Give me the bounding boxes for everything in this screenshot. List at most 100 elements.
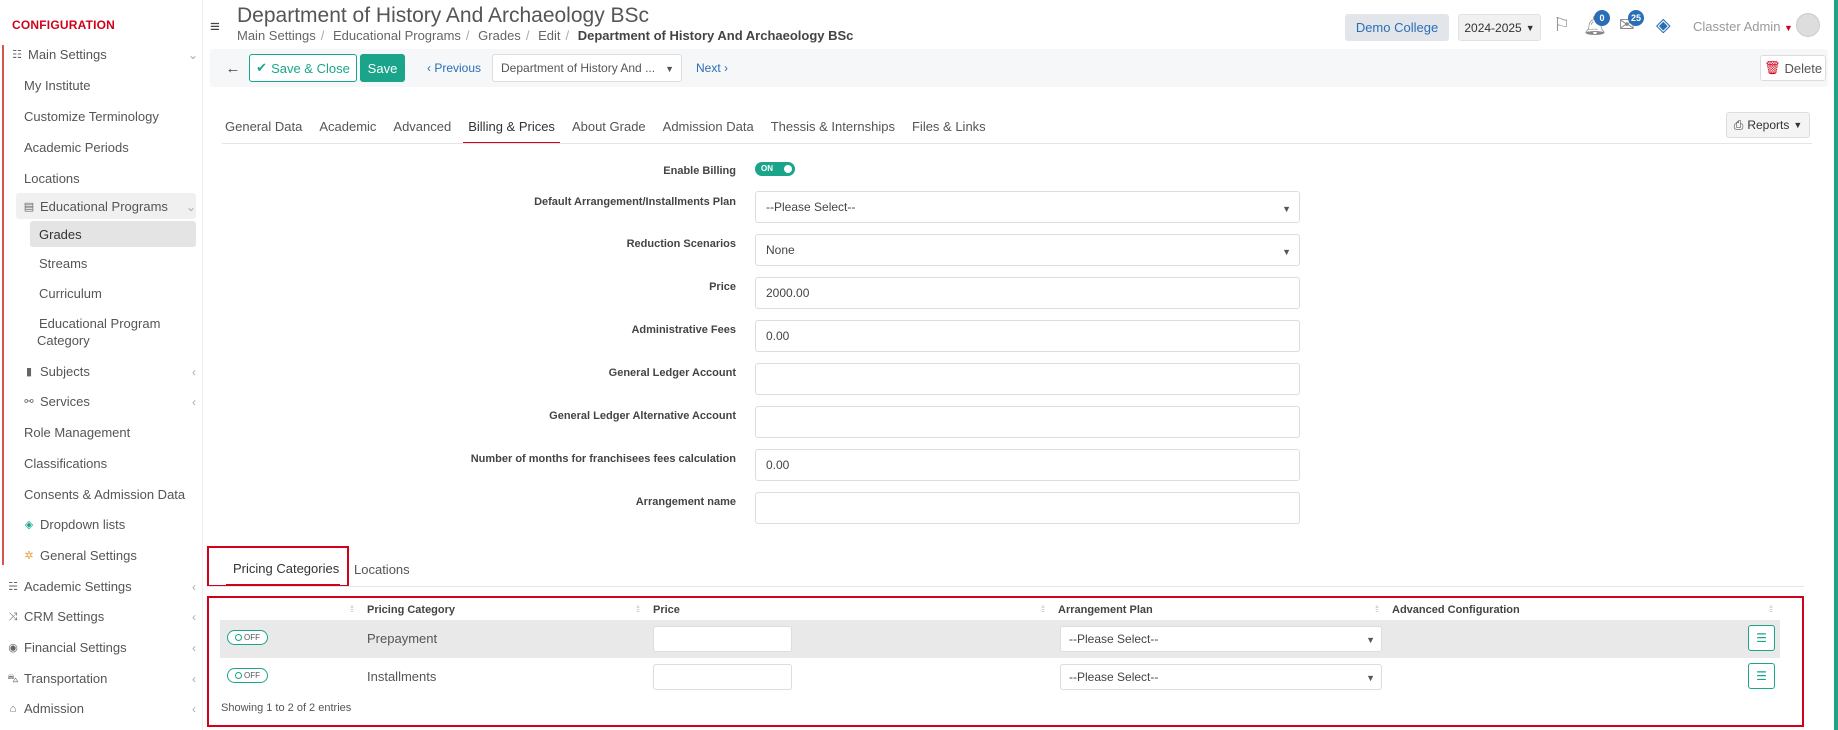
tab-billing-prices[interactable]: Billing & Prices	[463, 119, 560, 144]
sidebar-item-role-management[interactable]: Role Management	[24, 425, 130, 440]
avatar[interactable]	[1796, 13, 1820, 37]
column-grip-icon[interactable]: ⁞⁞	[1041, 604, 1045, 614]
previous-link[interactable]: ‹ Previous	[427, 61, 481, 75]
sidebar-item-services[interactable]: ⚯ Services ‹	[22, 394, 196, 409]
save-button[interactable]: Save	[360, 54, 405, 82]
next-link[interactable]: Next ›	[696, 61, 728, 75]
gl-account-input[interactable]	[755, 363, 1300, 395]
user-menu[interactable]: Classter Admin ▼	[1693, 19, 1793, 34]
admin-fees-label: Administrative Fees	[631, 324, 736, 336]
flag-icon[interactable]: ⚐	[1553, 14, 1570, 37]
tab-academic[interactable]: Academic	[319, 119, 376, 144]
sidebar-item-financial-settings[interactable]: ◉ Financial Settings ‹	[6, 640, 196, 655]
tab-general-data[interactable]: General Data	[225, 119, 302, 144]
breadcrumb-item[interactable]: Grades	[478, 28, 521, 43]
sidebar-item-subjects[interactable]: ▮ Subjects ‹	[22, 364, 196, 379]
sidebar-item-consents[interactable]: Consents & Admission Data	[24, 487, 185, 502]
enable-billing-toggle[interactable]: ON	[755, 162, 795, 176]
breadcrumb-item[interactable]: Edit	[538, 28, 560, 43]
chevron-down-icon: ⌄	[185, 199, 196, 214]
table-cell-category: Installments	[367, 669, 437, 684]
tab-about-grade[interactable]: About Grade	[572, 119, 646, 144]
sidebar-item-label: Academic Settings	[24, 579, 132, 594]
sidebar-item-curriculum[interactable]: Curriculum	[39, 286, 102, 301]
sidebar-item-locations[interactable]: Locations	[24, 171, 80, 186]
tab-admission-data[interactable]: Admission Data	[663, 119, 754, 144]
sidebar-item-classifications[interactable]: Classifications	[24, 456, 107, 471]
sidebar-item-main-settings[interactable]: ☷ Main Settings ⌄	[10, 47, 198, 62]
sidebar-item-crm-settings[interactable]: ⤨ CRM Settings ‹	[6, 609, 196, 624]
column-grip-icon[interactable]: ⁞⁞	[1769, 604, 1773, 614]
column-header-plan[interactable]: Arrangement Plan	[1058, 604, 1153, 616]
save-close-label: Save & Close	[271, 60, 350, 76]
tab-thesis-internships[interactable]: Thessis & Internships	[771, 119, 895, 144]
layers-add-icon[interactable]: ◈	[1656, 14, 1671, 37]
sidebar-item-general-settings[interactable]: ✲ General Settings	[22, 548, 136, 563]
price-input[interactable]: 2000.00	[755, 277, 1300, 309]
breadcrumb-item[interactable]: Educational Programs	[333, 28, 461, 43]
column-header-category[interactable]: Pricing Category	[367, 604, 455, 616]
reduction-scenarios-label: Reduction Scenarios	[626, 238, 736, 250]
advanced-config-button[interactable]: ☰	[1748, 663, 1775, 689]
sidebar-item-academic-settings[interactable]: ☵ Academic Settings ‹	[6, 579, 196, 594]
table-info: Showing 1 to 2 of 2 entries	[221, 702, 352, 714]
column-header-advanced[interactable]: Advanced Configuration	[1392, 604, 1520, 616]
sidebar-item-admission[interactable]: ⌂ Admission ‹	[6, 701, 196, 716]
scrollbar-accent	[1834, 0, 1838, 730]
save-close-button[interactable]: ✔ Save & Close	[249, 54, 357, 82]
back-arrow-icon[interactable]: ←	[222, 57, 244, 79]
subtab-pricing-categories[interactable]: Pricing Categories	[233, 561, 339, 576]
sidebar-item-educational-program-category[interactable]: Educational Program	[39, 316, 160, 331]
sidebar-item-grades[interactable]: Grades	[39, 227, 82, 242]
college-button[interactable]: Demo College	[1345, 14, 1449, 41]
user-name: Classter Admin	[1693, 19, 1781, 34]
delete-label: Delete	[1784, 60, 1823, 76]
sidebar-item-transportation[interactable]: ⛍ Transportation ‹	[6, 671, 196, 686]
row-toggle[interactable]: OFF	[227, 668, 268, 683]
sidebar-item-customize-terminology[interactable]: Customize Terminology	[24, 109, 159, 124]
record-select[interactable]: Department of History And ... ▼	[492, 54, 682, 82]
column-grip-icon[interactable]: ⁞⁞	[636, 604, 640, 614]
sidebar-item-academic-periods[interactable]: Academic Periods	[24, 140, 129, 155]
sidebar-item-dropdown-lists[interactable]: ◈ Dropdown lists	[22, 517, 126, 532]
arrangement-name-input[interactable]	[755, 492, 1300, 524]
sidebar-item-label: My Institute	[24, 78, 91, 93]
sidebar-item-educational-programs[interactable]: ▤ Educational Programs ⌄	[22, 199, 196, 214]
menu-icon[interactable]: ≡	[210, 17, 220, 37]
select-value: --Please Select--	[766, 200, 856, 214]
notifications-badge: 0	[1594, 10, 1610, 26]
sidebar-active-indicator	[2, 45, 4, 565]
reduction-scenarios-select[interactable]: None ▼	[755, 234, 1300, 266]
row-plan-select[interactable]: --Please Select-- ▼	[1060, 664, 1382, 690]
sidebar-item-label: Category	[37, 333, 90, 348]
row-price-input[interactable]	[653, 626, 792, 652]
tab-advanced[interactable]: Advanced	[393, 119, 451, 144]
table-icon: ▤	[23, 200, 35, 213]
admin-fees-input[interactable]: 0.00	[755, 320, 1300, 352]
chevron-left-icon: ‹	[192, 579, 196, 594]
reports-button[interactable]: ⎙ Reports ▼	[1726, 112, 1810, 138]
column-header-price[interactable]: Price	[653, 604, 680, 616]
year-select[interactable]: 2024-2025 ▼	[1458, 14, 1541, 41]
subtabs-divider	[207, 586, 1804, 587]
delete-button[interactable]: 🗑︎ Delete	[1760, 55, 1826, 81]
row-price-input[interactable]	[653, 664, 792, 690]
trash-icon: 🗑︎	[1763, 60, 1781, 75]
select-value: --Please Select--	[1069, 670, 1159, 684]
advanced-config-button[interactable]: ☰	[1748, 625, 1775, 651]
sidebar-item-my-institute[interactable]: My Institute	[24, 78, 90, 93]
chevron-left-icon: ‹	[192, 671, 196, 686]
tab-bar: General Data Academic Advanced Billing &…	[225, 119, 1003, 144]
subtab-locations[interactable]: Locations	[354, 562, 410, 577]
breadcrumb-item[interactable]: Main Settings	[237, 28, 316, 43]
row-toggle[interactable]: OFF	[227, 630, 268, 645]
tab-files-links[interactable]: Files & Links	[912, 119, 986, 144]
column-grip-icon[interactable]: ⁞⁞	[350, 604, 354, 614]
gl-alt-account-input[interactable]	[755, 406, 1300, 438]
default-plan-select[interactable]: --Please Select-- ▼	[755, 191, 1300, 223]
row-plan-select[interactable]: --Please Select-- ▼	[1060, 626, 1382, 652]
select-value: None	[766, 243, 795, 257]
sidebar-item-streams[interactable]: Streams	[39, 256, 87, 271]
franchisee-months-input[interactable]: 0.00	[755, 449, 1300, 481]
column-grip-icon[interactable]: ⁞⁞	[1375, 604, 1379, 614]
